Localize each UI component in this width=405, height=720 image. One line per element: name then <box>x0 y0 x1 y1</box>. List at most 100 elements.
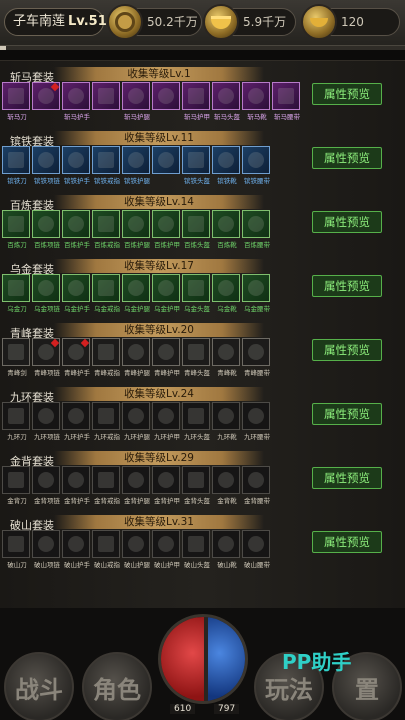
equipment-slot-glove[interactable]: 斩马护手 <box>62 82 90 121</box>
equipment-slot-boots[interactable]: 百炼靴 <box>212 210 240 249</box>
attribute-preview-button[interactable]: 属性预览 <box>312 531 382 553</box>
equipment-slot-helm[interactable]: 青峰头盔 <box>182 338 210 377</box>
equipment-slot-glove[interactable]: 九环护手 <box>62 402 90 441</box>
equipment-slot-helm[interactable]: 破山头盔 <box>182 530 210 569</box>
equipment-slot-weapon[interactable]: 破山刀 <box>2 530 30 569</box>
equipment-slot-boots[interactable]: 青峰靴 <box>212 338 240 377</box>
equipment-slot-necklace[interactable]: 金背项链 <box>32 466 60 505</box>
equipment-slot-weapon[interactable]: 乌金刀 <box>2 274 30 313</box>
equipment-slot-necklace[interactable]: 乌金项链 <box>32 274 60 313</box>
equipment-slot-legs[interactable]: 百炼护腿 <box>122 210 150 249</box>
attribute-preview-button[interactable]: 属性预览 <box>312 83 382 105</box>
equipment-slot-necklace[interactable]: 九环项链 <box>32 402 60 441</box>
set-collection-level: 收集等级Lv.11 <box>54 131 264 145</box>
equipment-slot-necklace[interactable]: 百炼项链 <box>32 210 60 249</box>
equipment-slot-armor[interactable]: 百炼护甲 <box>152 210 180 249</box>
equipment-slot-ring[interactable]: 九环戒指 <box>92 402 120 441</box>
equipment-slot-boots[interactable]: 镔铁靴 <box>212 146 240 185</box>
equipment-slot-ring[interactable]: 百炼戒指 <box>92 210 120 249</box>
hp-value: 610 <box>170 704 196 714</box>
equipment-slot-glove[interactable]: 破山护手 <box>62 530 90 569</box>
attribute-preview-button[interactable]: 属性预览 <box>312 467 382 489</box>
attribute-preview-button[interactable]: 属性预览 <box>312 211 382 233</box>
equipment-slot-boots[interactable]: 金背靴 <box>212 466 240 505</box>
equipment-slot-armor[interactable] <box>152 146 180 174</box>
equipment-slot-boots[interactable]: 九环靴 <box>212 402 240 441</box>
equipment-slot-helm[interactable]: 九环头盔 <box>182 402 210 441</box>
necklace-icon <box>38 152 54 168</box>
equipment-slot-ring[interactable] <box>92 82 120 110</box>
equipment-slot-helm[interactable]: 乌金头盔 <box>182 274 210 313</box>
legs-icon <box>128 472 144 488</box>
equipment-slot-helm[interactable]: 金背头盔 <box>182 466 210 505</box>
equipment-slot-glove[interactable]: 百炼护手 <box>62 210 90 249</box>
equipment-slot-ring[interactable]: 乌金戒指 <box>92 274 120 313</box>
armor-icon <box>158 88 174 104</box>
attribute-preview-button[interactable]: 属性预览 <box>312 275 382 297</box>
equipment-slot-belt[interactable]: 乌金腰带 <box>242 274 270 313</box>
equipment-caption: 乌金刀 <box>7 305 27 313</box>
equipment-slot-legs[interactable]: 镔铁护腿 <box>122 146 150 185</box>
equipment-slot-belt[interactable]: 青峰腰带 <box>242 338 270 377</box>
equipment-slot-extra[interactable]: 斩马腰带 <box>272 82 300 121</box>
equipment-slot-legs[interactable]: 青峰护腿 <box>122 338 150 377</box>
equipment-slot-ring[interactable]: 青峰戒指 <box>92 338 120 377</box>
equipment-slot-belt[interactable]: 九环腰带 <box>242 402 270 441</box>
equipment-slot-weapon[interactable]: 百炼刀 <box>2 210 30 249</box>
equipment-slot-weapon[interactable]: 九环刀 <box>2 402 30 441</box>
equipment-slot-necklace[interactable]: 镔铁项链 <box>32 146 60 185</box>
gold-ingot-resource[interactable]: 120 <box>301 4 400 40</box>
equipment-slot-legs[interactable]: 斩马护腿 <box>122 82 150 121</box>
equipment-slot-legs[interactable]: 乌金护腿 <box>122 274 150 313</box>
ingot-resource[interactable]: 5.9千万 <box>203 4 296 40</box>
equipment-slot-weapon[interactable]: 斩马刀 <box>2 82 30 121</box>
equipment-caption: 破山护手 <box>64 561 90 569</box>
legs-icon <box>128 280 144 296</box>
equipment-slot-ring[interactable]: 金背戒指 <box>92 466 120 505</box>
equipment-slot-necklace[interactable] <box>32 82 60 110</box>
equipment-slot-legs[interactable]: 九环护腿 <box>122 402 150 441</box>
equipment-slot-glove[interactable]: 青峰护手 <box>62 338 90 377</box>
player-info[interactable]: 子车南莲 Lv.51 <box>4 8 107 36</box>
equipment-slot-belt[interactable]: 斩马靴 <box>242 82 270 121</box>
equipment-slot-helm[interactable]: 百炼头盔 <box>182 210 210 249</box>
equipment-slot-boots[interactable]: 破山靴 <box>212 530 240 569</box>
equipment-slot-weapon[interactable]: 金背刀 <box>2 466 30 505</box>
equipment-slot-necklace[interactable]: 青峰项链 <box>32 338 60 377</box>
equipment-slot-boots[interactable]: 乌金靴 <box>212 274 240 313</box>
equipment-slot-boots[interactable]: 斩马头盔 <box>212 82 240 121</box>
equipment-slot-legs[interactable]: 金背护腿 <box>122 466 150 505</box>
equipment-slot-belt[interactable]: 金背腰带 <box>242 466 270 505</box>
mp-value: 797 <box>214 704 240 714</box>
equipment-slot-armor[interactable] <box>152 82 180 110</box>
equipment-slot-armor[interactable]: 乌金护甲 <box>152 274 180 313</box>
equipment-slot-ring[interactable]: 破山戒指 <box>92 530 120 569</box>
equipment-slot-necklace[interactable]: 破山项链 <box>32 530 60 569</box>
equipment-slot-armor[interactable]: 破山护甲 <box>152 530 180 569</box>
equipment-slot-weapon[interactable]: 镔铁刀 <box>2 146 30 185</box>
attribute-preview-button[interactable]: 属性预览 <box>312 403 382 425</box>
equipment-slot-belt[interactable]: 百炼腰带 <box>242 210 270 249</box>
equipment-slot-armor[interactable]: 青峰护甲 <box>152 338 180 377</box>
glove-icon <box>68 344 84 360</box>
equipment-slot-armor[interactable]: 九环护甲 <box>152 402 180 441</box>
equipment-slot-glove[interactable]: 金背护手 <box>62 466 90 505</box>
equipment-slot-weapon[interactable]: 青峰剑 <box>2 338 30 377</box>
nav-battle-button[interactable]: 战斗 <box>4 652 74 720</box>
equipment-slot-armor[interactable]: 金背护甲 <box>152 466 180 505</box>
equipment-slot-belt[interactable]: 镔铁腰带 <box>242 146 270 185</box>
attribute-preview-button[interactable]: 属性预览 <box>312 147 382 169</box>
equipment-slot-ring[interactable]: 镔铁戒指 <box>92 146 120 185</box>
attribute-preview-button[interactable]: 属性预览 <box>312 339 382 361</box>
equipment-slot-glove[interactable]: 镔铁护手 <box>62 146 90 185</box>
equipment-slot-legs[interactable]: 破山护腿 <box>122 530 150 569</box>
nav-character-button[interactable]: 角色 <box>82 652 152 720</box>
equipment-slot-belt[interactable]: 破山腰带 <box>242 530 270 569</box>
equipment-caption: 金背靴 <box>217 497 237 505</box>
equipment-slot-helm[interactable]: 斩马护甲 <box>182 82 210 121</box>
equipment-slot-helm[interactable]: 镔铁头盔 <box>182 146 210 185</box>
equipment-caption: 百炼戒指 <box>94 241 120 249</box>
equipment-caption: 镔铁头盔 <box>184 177 210 185</box>
equipment-slot-glove[interactable]: 乌金护手 <box>62 274 90 313</box>
coin-resource[interactable]: 50.2千万 <box>107 4 202 40</box>
